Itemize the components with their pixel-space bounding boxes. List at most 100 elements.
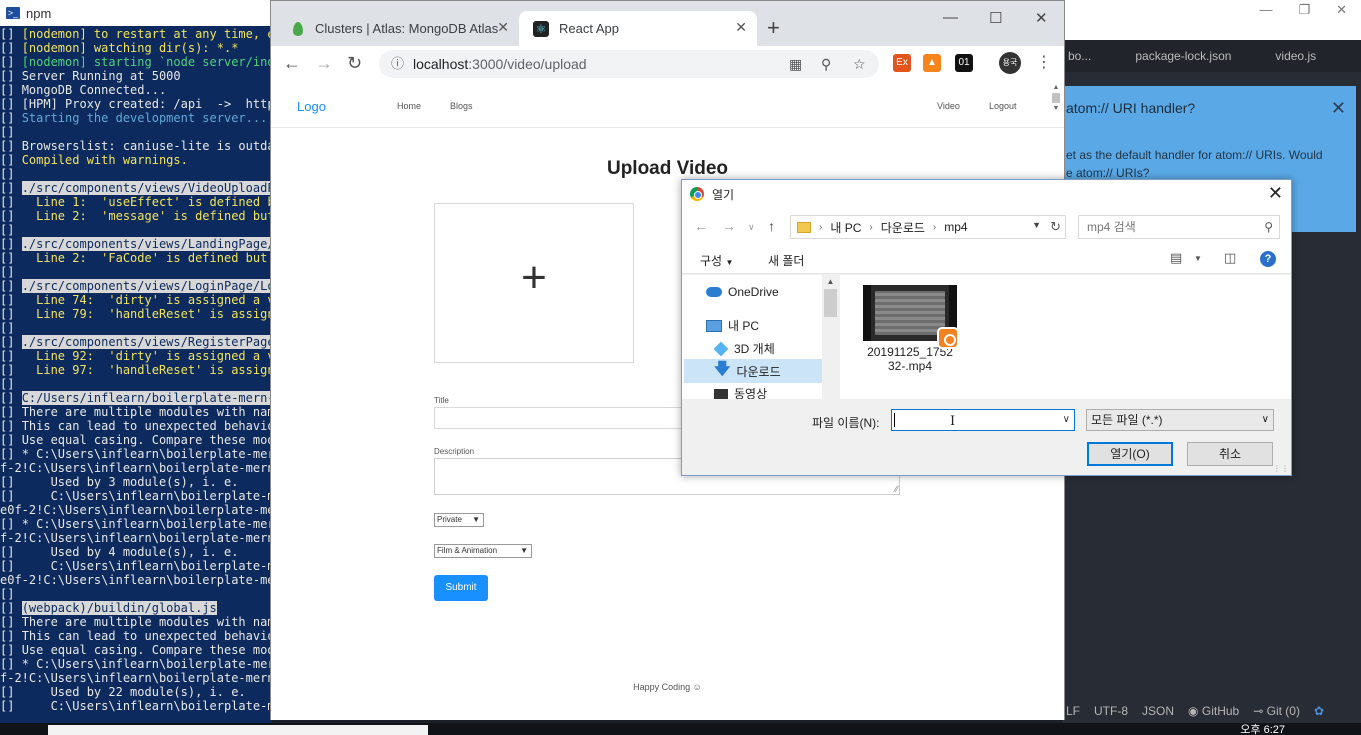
breadcrumb-item[interactable]: 내 PC — [830, 219, 861, 236]
title-input[interactable] — [434, 407, 714, 429]
chevron-down-icon[interactable]: ▼ — [1194, 254, 1202, 263]
terminal-line: [] — [0, 167, 272, 181]
search-input[interactable]: mp4 검색 ⚲ — [1078, 215, 1280, 239]
site-logo[interactable]: Logo — [297, 99, 326, 114]
github-status[interactable]: ◉ GitHub — [1188, 704, 1239, 718]
back-arrow-icon[interactable]: ← — [694, 218, 708, 234]
scroll-thumb[interactable] — [824, 289, 837, 317]
open-button[interactable]: 열기(O) — [1087, 442, 1173, 466]
bookmark-star-icon[interactable]: ☆ — [853, 50, 866, 78]
forward-arrow-icon[interactable]: → — [722, 218, 736, 234]
notification-close-icon[interactable]: ✕ — [1331, 98, 1346, 119]
scroll-up-icon[interactable]: ▲ — [822, 275, 839, 289]
filename-input[interactable]: I ∨ — [891, 409, 1075, 431]
forward-arrow-icon[interactable]: → — [315, 53, 333, 74]
privacy-select[interactable]: Private ▼ — [434, 513, 484, 527]
tree-item-3d-objects[interactable]: 3D 개체 — [713, 340, 775, 357]
scroll-down-icon[interactable]: ▼ — [1050, 105, 1062, 112]
plus-icon: + — [521, 253, 547, 302]
tab-mongodb-atlas[interactable]: Clusters | Atlas: MongoDB Atlas ✕ — [279, 11, 519, 46]
more-menu-icon[interactable]: ⋮ — [1035, 54, 1053, 72]
tree-item-onedrive[interactable]: OneDrive — [706, 285, 779, 299]
address-bar[interactable]: ⓘ localhost:3000/video/upload ▦ ⚲ ☆ — [379, 50, 879, 78]
category-select[interactable]: Film & Animation ▼ — [434, 544, 532, 558]
nav-video-link[interactable]: Video — [937, 101, 960, 111]
site-info-icon[interactable]: ⓘ — [391, 50, 404, 78]
minimize-icon[interactable]: — — [1259, 2, 1272, 17]
close-icon[interactable]: ✕ — [1336, 2, 1347, 18]
dialog-titlebar[interactable]: 열기 ✕ — [682, 180, 1291, 208]
terminal-line-text: [HPM] Proxy created: /api -> http — [21, 97, 272, 111]
encoding-status[interactable]: UTF-8 — [1094, 704, 1128, 718]
reload-icon[interactable]: ↻ — [347, 53, 362, 74]
resize-grip-icon[interactable]: ∕∕ — [895, 484, 898, 494]
nav-home-link[interactable]: Home — [397, 101, 421, 111]
page-scrollbar[interactable]: ▲ ▼ — [1050, 84, 1062, 126]
atom-tab[interactable]: video.js — [1253, 49, 1338, 63]
translate-icon[interactable]: ▦ — [789, 50, 802, 78]
tree-scrollbar[interactable]: ▲ — [822, 275, 839, 399]
nav-logout-link[interactable]: Logout — [989, 101, 1017, 111]
terminal-line-text: There are multiple modules with nam — [21, 615, 272, 629]
nav-blogs-link[interactable]: Blogs — [450, 101, 473, 111]
taskbar-search-box[interactable] — [48, 725, 428, 735]
address-breadcrumb[interactable]: › 내 PC › 다운로드 › mp4 ▼ ↻ — [790, 215, 1066, 239]
chevron-down-icon[interactable]: ▼ — [1032, 220, 1041, 230]
terminal-line: [] C:\Users\inflearn\boilerplate-m — [0, 559, 272, 573]
tree-item-downloads[interactable]: 🡇 다운로드 — [684, 359, 822, 383]
tab-react-app[interactable]: ⚛ React App ✕ — [519, 11, 757, 46]
tree-item-this-pc[interactable]: 내 PC — [706, 317, 759, 334]
refresh-icon[interactable]: ↻ — [1050, 219, 1061, 235]
breadcrumb-separator-icon[interactable]: › — [869, 222, 872, 233]
recent-locations-chevron-icon[interactable]: ∨ — [748, 222, 755, 233]
atom-tab[interactable]: bo... — [1062, 49, 1113, 63]
terminal-line-text: Line 2: 'FaCode' is defined but — [21, 251, 268, 265]
new-tab-button[interactable]: + — [767, 15, 780, 41]
file-type-filter-select[interactable]: 모든 파일 (*.*) ∨ — [1086, 409, 1274, 431]
zoom-icon[interactable]: ⚲ — [821, 50, 831, 78]
new-folder-button[interactable]: 새 폴더 — [768, 252, 804, 269]
scroll-up-icon[interactable]: ▲ — [1050, 84, 1062, 91]
close-icon[interactable]: ✕ — [1268, 183, 1283, 204]
scroll-thumb[interactable] — [1052, 93, 1060, 103]
chevron-down-icon[interactable]: ∨ — [1063, 414, 1070, 425]
up-arrow-icon[interactable]: ↑ — [768, 218, 775, 234]
terminal-line: e0f-2!C:\Users\inflearn\boilerplate-mern — [0, 573, 272, 587]
close-window-icon[interactable]: ✕ — [1035, 9, 1048, 27]
twitter-bird-icon[interactable]: ✿ — [1314, 704, 1324, 718]
grammar-status[interactable]: JSON — [1142, 704, 1174, 718]
profile-avatar[interactable]: 용국 — [999, 52, 1021, 74]
breadcrumb-separator-icon[interactable]: › — [819, 222, 822, 233]
atom-tab[interactable]: package-lock.json — [1113, 49, 1253, 63]
terminal-line: [] ./src/components/views/VideoUploadPag… — [0, 181, 272, 195]
help-icon[interactable]: ? — [1260, 251, 1276, 267]
cancel-button[interactable]: 취소 — [1187, 442, 1273, 466]
ex-extension-icon[interactable]: Ex — [893, 54, 911, 72]
terminal-titlebar[interactable]: >_ npm — [0, 0, 272, 26]
breadcrumb-item[interactable]: 다운로드 — [881, 219, 925, 236]
tree-item-videos[interactable]: 동영상 — [714, 385, 767, 399]
breadcrumb-separator-icon[interactable]: › — [933, 222, 936, 233]
breadcrumb-item[interactable]: mp4 — [944, 220, 967, 234]
terminal-line-prefix: [] — [0, 601, 22, 615]
resize-grip-icon[interactable]: ⋮⋮ — [1273, 464, 1289, 473]
minimize-icon[interactable]: — — [943, 9, 958, 26]
terminal-line-text: ./src/components/views/LandingPage/ — [21, 237, 272, 251]
git-status[interactable]: ⊸ Git (0) — [1253, 704, 1300, 718]
restore-icon[interactable]: ❐ — [1298, 2, 1310, 18]
back-arrow-icon[interactable]: ← — [283, 53, 301, 74]
counter-extension-icon[interactable]: 01 — [955, 54, 973, 72]
text-cursor — [894, 413, 895, 427]
view-options-icon[interactable]: ▤ — [1170, 250, 1182, 266]
video-dropzone[interactable]: + — [434, 203, 634, 363]
submit-button[interactable]: Submit — [434, 575, 488, 601]
file-item[interactable]: 20191125_1752 32-.mp4 — [862, 285, 959, 373]
taskbar-clock[interactable]: 오후 6:27 — [1240, 721, 1285, 735]
maximize-icon[interactable]: ☐ — [989, 9, 1002, 27]
close-icon[interactable]: ✕ — [735, 19, 747, 36]
organize-menu-button[interactable]: 구성 ▼ — [700, 252, 733, 269]
line-ending-status[interactable]: LF — [1066, 704, 1080, 718]
close-icon[interactable]: ✕ — [497, 19, 509, 36]
preview-pane-icon[interactable]: ◫ — [1224, 250, 1236, 266]
metamask-fox-icon[interactable]: ▲ — [923, 54, 941, 72]
